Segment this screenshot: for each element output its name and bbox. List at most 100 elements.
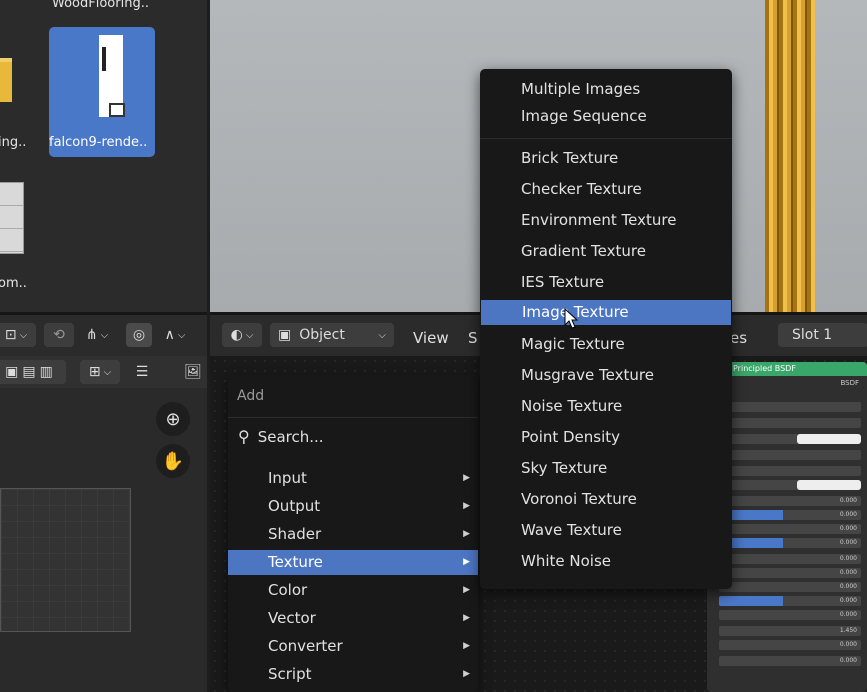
bsdf-value-row[interactable]: 0.000 (719, 656, 861, 666)
image-thumb[interactable] (0, 182, 24, 254)
chevron-down-icon: ⌵ (378, 329, 386, 341)
file-label-woodflooring[interactable]: WoodFlooring.. (52, 0, 149, 11)
sphere-icon: ◐ (230, 327, 243, 343)
submenu-arrow-icon: ▶ (463, 585, 470, 595)
tex-item-multiple-images[interactable]: Multiple Images (480, 77, 730, 102)
tex-item-musgrave[interactable]: Musgrave Texture (480, 363, 730, 388)
menu-item-shader[interactable]: Shader ▶ (228, 522, 478, 547)
search-menu-item[interactable]: ⚲ Search... (238, 427, 324, 446)
bsdf-value-row[interactable]: 0.000 (719, 524, 861, 534)
folder-icon[interactable] (0, 58, 12, 102)
menu-item-color[interactable]: Color ▶ (228, 578, 478, 603)
bsdf-value-row[interactable]: 0.000 (719, 568, 861, 578)
bsdf-row[interactable] (719, 450, 861, 460)
object-mode-label: Object (299, 327, 345, 343)
chevron-down-icon: ⌵ (19, 329, 28, 341)
tex-item-gradient[interactable]: Gradient Texture (480, 239, 730, 264)
mouse-cursor-icon (564, 308, 578, 329)
tex-item-ies[interactable]: IES Texture (480, 270, 730, 295)
bsdf-value-row[interactable]: 0.000 (719, 496, 861, 506)
tex-item-magic[interactable]: Magic Texture (480, 332, 730, 357)
select-mode-buttons[interactable]: ▣▤▥ (0, 360, 66, 384)
shading-type-dropdown[interactable]: ◐ ⌵ (222, 323, 262, 347)
select-menu[interactable]: S (468, 329, 478, 347)
bsdf-dropdown-row[interactable] (719, 402, 861, 412)
menu-item-input[interactable]: Input ▶ (228, 466, 478, 491)
tex-item-image-sequence[interactable]: Image Sequence (480, 104, 730, 129)
menu-item-label: Converter (268, 637, 343, 655)
proportional-edit-toggle[interactable]: ◎ (126, 323, 152, 347)
zoom-icon: ⊕ (165, 408, 181, 430)
chevron-down-icon: ⌵ (100, 329, 109, 341)
bsdf-color-row[interactable] (719, 480, 861, 490)
chevron-down-icon: ⌵ (103, 366, 112, 378)
bsdf-value-row[interactable]: 0.000 (719, 596, 861, 606)
uv-grid[interactable] (0, 488, 131, 632)
submenu-arrow-icon: ▶ (463, 641, 470, 651)
bsdf-value-row[interactable]: 0.000 (719, 554, 861, 564)
menu-item-label: Texture (268, 553, 323, 571)
snap-dropdown[interactable]: ⋔ ⌵ (76, 323, 118, 347)
menu-button[interactable]: ☰ (128, 360, 156, 384)
object-mode-dropdown[interactable]: ▣ Object ⌵ (270, 323, 394, 347)
bsdf-dropdown-row[interactable] (719, 418, 861, 428)
sync-toggle[interactable]: ⟲ (44, 323, 74, 347)
bsdf-value-row[interactable]: 0.000 (719, 510, 861, 520)
uv-editor[interactable]: ⊕ ✋ (0, 388, 207, 692)
menu-item-output[interactable]: Output ▶ (228, 494, 478, 519)
menu-item-script[interactable]: Script ▶ (228, 662, 478, 687)
falloff-curve-icon: ∧ (164, 327, 175, 343)
tex-item-noise[interactable]: Noise Texture (480, 394, 730, 419)
file-label-falcon9: falcon9-rende.. (49, 135, 148, 150)
bsdf-value-row[interactable]: 0.000 (719, 538, 861, 548)
bsdf-value-row[interactable]: 0.000 (719, 610, 861, 620)
snap-icon: ⋔ (85, 327, 98, 343)
tex-item-environment[interactable]: Environment Texture (480, 208, 730, 233)
select-mode-icon: ▣▤▥ (5, 364, 57, 380)
file-label-partial[interactable]: ing.. (0, 135, 26, 150)
slot-partial-label: es (730, 329, 748, 347)
tex-item-white-noise[interactable]: White Noise (480, 549, 730, 574)
menu-item-label: Color (268, 581, 308, 599)
file-thumb-falcon9[interactable]: falcon9-rende.. (49, 27, 155, 157)
tex-item-sky[interactable]: Sky Texture (480, 456, 730, 481)
bsdf-row[interactable] (719, 466, 861, 476)
tex-item-brick[interactable]: Brick Texture (480, 146, 730, 171)
image-icon: 🖼 (184, 364, 202, 380)
falloff-dropdown[interactable]: ∧ ⌵ (155, 323, 195, 347)
bsdf-color-row[interactable] (719, 434, 861, 444)
menu-item-vector[interactable]: Vector ▶ (228, 606, 478, 631)
tex-item-point-density[interactable]: Point Density (480, 425, 730, 450)
display-dropdown[interactable]: ⊞ ⌵ (80, 360, 120, 384)
menu-item-converter[interactable]: Converter ▶ (228, 634, 478, 659)
tex-item-checker[interactable]: Checker Texture (480, 177, 730, 202)
menu-item-texture[interactable]: Texture ▶ (228, 550, 478, 575)
menu-divider (480, 138, 732, 139)
submenu-arrow-icon: ▶ (463, 473, 470, 483)
pan-button[interactable]: ✋ (156, 444, 190, 478)
menu-item-label: Output (268, 497, 321, 515)
submenu-arrow-icon: ▶ (463, 501, 470, 511)
image-button[interactable]: 🖼 (180, 360, 206, 384)
menu-divider (228, 417, 478, 418)
zoom-button[interactable]: ⊕ (156, 402, 190, 436)
pivot-dropdown[interactable]: ⊡ ⌵ (0, 323, 36, 347)
slot-dropdown[interactable]: Slot 1 (778, 323, 867, 347)
submenu-arrow-icon: ▶ (463, 669, 470, 679)
view-menu[interactable]: View (413, 329, 449, 347)
tex-item-voronoi[interactable]: Voronoi Texture (480, 487, 730, 512)
menu-item-label: Vector (268, 609, 316, 627)
menu-item-label: Input (268, 469, 307, 487)
tex-item-image[interactable]: Image Texture (481, 300, 731, 325)
bsdf-value-row[interactable]: 0.000 (719, 640, 861, 650)
bsdf-value-row[interactable]: 0.000 (719, 582, 861, 592)
menu-item-label: Script (268, 665, 312, 683)
pivot-icon: ⊡ (4, 327, 17, 343)
file-label-partial-2[interactable]: om.. (0, 276, 27, 291)
submenu-arrow-icon: ▶ (463, 613, 470, 623)
tex-item-wave[interactable]: Wave Texture (480, 518, 730, 543)
slot-label: Slot 1 (792, 327, 833, 343)
bsdf-value-row[interactable]: 1.450 (719, 626, 861, 636)
chevron-down-icon: ⌵ (245, 329, 254, 341)
submenu-arrow-icon: ▶ (463, 557, 470, 567)
